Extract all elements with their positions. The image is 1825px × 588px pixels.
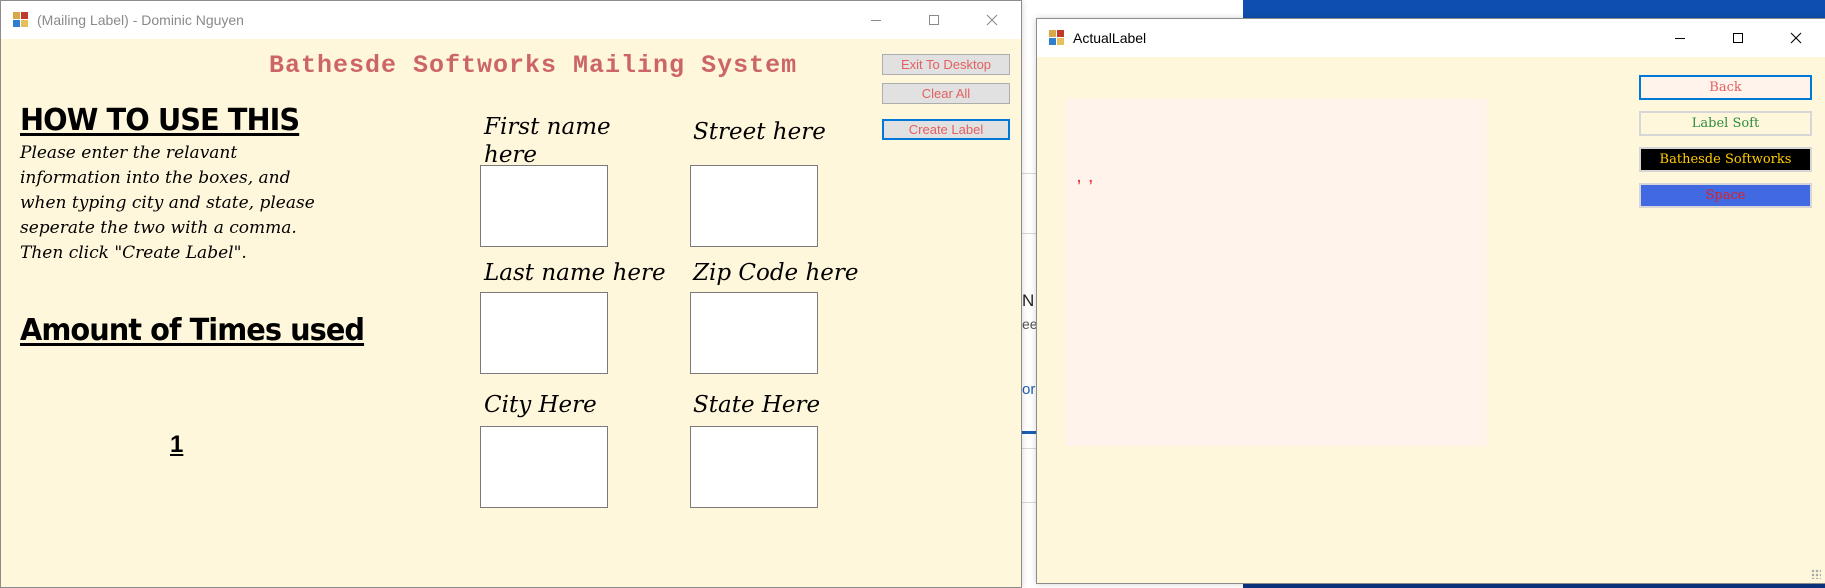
zip-code-label: Zip Code here (693, 260, 859, 286)
create-label-button[interactable]: Create Label (882, 119, 1010, 140)
street-input[interactable] (690, 165, 818, 247)
title-bar[interactable]: (Mailing Label) - Dominic Nguyen (1, 1, 1021, 39)
maximize-button[interactable] (1709, 19, 1767, 57)
title-bar[interactable]: ActualLabel (1037, 19, 1825, 57)
state-input[interactable] (690, 426, 818, 508)
state-label: State Here (693, 392, 821, 418)
howto-line: when typing city and state, please (20, 193, 315, 213)
clear-all-button[interactable]: Clear All (882, 83, 1010, 104)
close-icon (986, 14, 998, 26)
maximize-icon (1733, 33, 1743, 43)
actual-label-window: ActualLabel , , Back Label Soft Bathesde… (1036, 18, 1825, 584)
zip-code-input[interactable] (690, 292, 818, 374)
back-button[interactable]: Back (1639, 75, 1812, 100)
bathesde-softworks-button[interactable]: Bathesde Softworks (1639, 147, 1812, 172)
city-label: City Here (484, 392, 597, 418)
city-input[interactable] (480, 426, 608, 508)
exit-to-desktop-button[interactable]: Exit To Desktop (882, 54, 1010, 75)
window-title: ActualLabel (1073, 30, 1147, 46)
label-preview-text: , , (1077, 169, 1095, 185)
app-icon[interactable] (1049, 30, 1065, 46)
howto-line: Please enter the relavant (20, 143, 238, 163)
amount-title: Amount of Times used (20, 313, 365, 348)
app-icon[interactable] (13, 12, 29, 28)
label-preview-panel (1066, 99, 1487, 446)
window-title: (Mailing Label) - Dominic Nguyen (37, 12, 244, 28)
first-name-label-line: First name (484, 114, 611, 140)
background-text: N (1022, 291, 1035, 310)
howto-line: seperate the two with a comma. (20, 218, 297, 238)
first-name-input[interactable] (480, 165, 608, 247)
space-button[interactable]: Space (1639, 183, 1812, 208)
page-heading: Bathesde Softworks Mailing System (269, 51, 798, 80)
street-label: Street here (693, 119, 826, 145)
minimize-button[interactable] (847, 1, 905, 39)
close-icon (1790, 32, 1802, 44)
minimize-icon (871, 20, 881, 21)
minimize-icon (1675, 38, 1685, 39)
last-name-input[interactable] (480, 292, 608, 374)
times-used-count: 1 (170, 431, 184, 458)
howto-instructions: Please enter the relavant information in… (20, 141, 360, 266)
background-link[interactable]: or (1022, 381, 1035, 398)
maximize-icon (929, 15, 939, 25)
close-button[interactable] (1767, 19, 1825, 57)
label-soft-button[interactable]: Label Soft (1639, 111, 1812, 136)
minimize-button[interactable] (1651, 19, 1709, 57)
howto-title: HOW TO USE THIS (20, 103, 300, 138)
close-button[interactable] (963, 1, 1021, 39)
howto-line: information into the boxes, and (20, 168, 291, 188)
first-name-label: First name here (484, 113, 611, 169)
howto-line: Then click "Create Label". (20, 243, 247, 263)
last-name-label: Last name here (484, 260, 666, 286)
maximize-button[interactable] (905, 1, 963, 39)
resize-grip[interactable] (1811, 569, 1821, 579)
mailing-label-window: (Mailing Label) - Dominic Nguyen Bathesd… (0, 0, 1022, 588)
